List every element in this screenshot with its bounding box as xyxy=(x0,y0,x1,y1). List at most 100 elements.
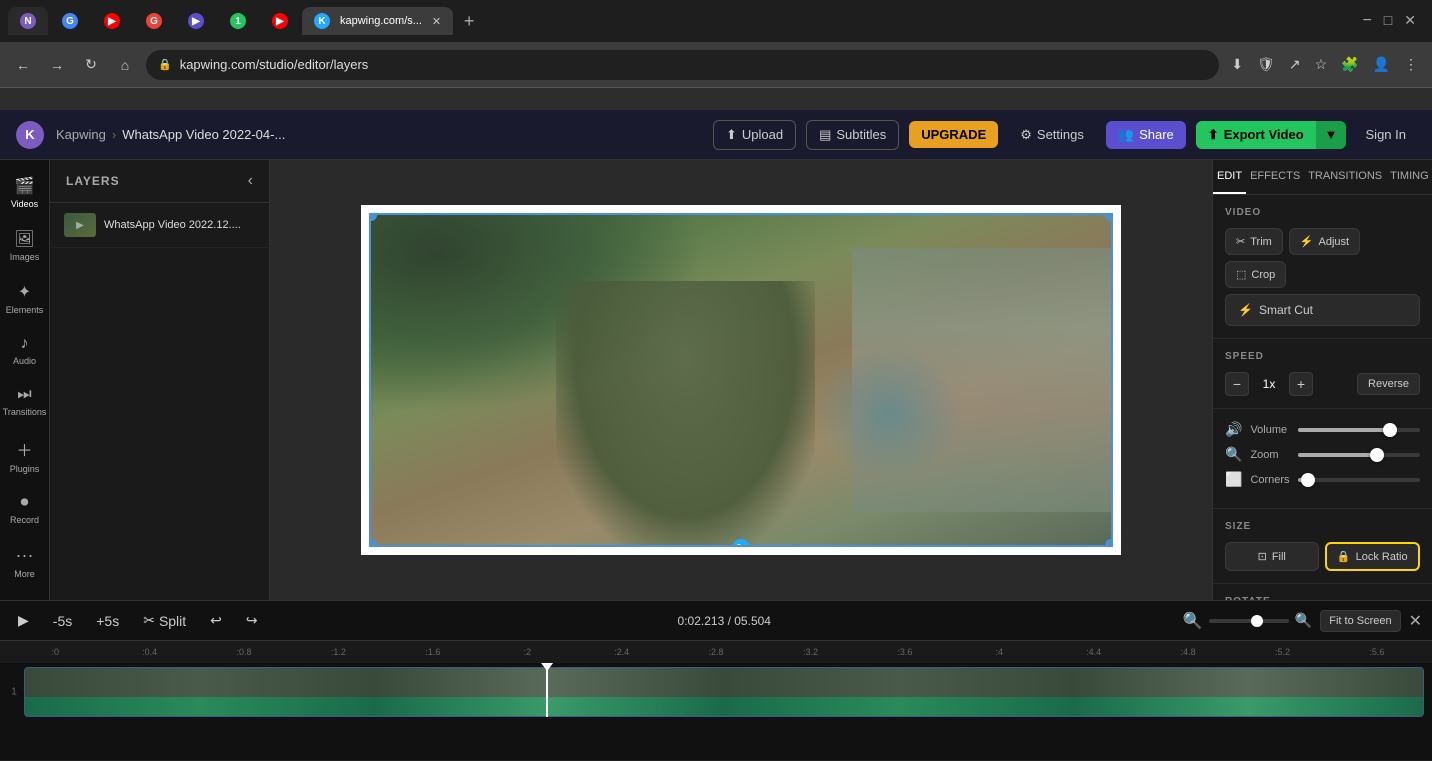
bookmark-button[interactable]: ☆ xyxy=(1311,52,1332,77)
layers-panel: LAYERS ‹ ▶ WhatsApp Video 2022.12.... xyxy=(50,160,270,600)
forward-button[interactable]: → xyxy=(44,52,70,78)
export-icon: ⬆ xyxy=(1208,127,1219,143)
sidebar-item-transitions[interactable]: ⏭ Transitions xyxy=(3,378,47,425)
browser-tab[interactable]: ▶ xyxy=(260,7,300,35)
signin-button[interactable]: Sign In xyxy=(1356,121,1416,148)
zoom-out-icon[interactable]: 🔍 xyxy=(1183,611,1203,631)
maximize-button[interactable]: □ xyxy=(1384,12,1392,30)
back-button[interactable]: ← xyxy=(10,52,36,78)
sidebar-item-help[interactable]: ? Help xyxy=(3,591,47,600)
ruler-mark: :4.4 xyxy=(1046,647,1140,657)
images-icon: 🖼 xyxy=(14,229,34,249)
refresh-button[interactable]: ↻ xyxy=(78,52,104,78)
extensions-button[interactable]: 🧩 xyxy=(1337,52,1362,77)
profile-button[interactable]: 👤 xyxy=(1369,52,1394,77)
tab-transitions[interactable]: TRANSITIONS xyxy=(1304,160,1386,194)
export-dropdown-button[interactable]: ▼ xyxy=(1316,121,1346,149)
browser-tab[interactable]: G xyxy=(134,7,174,35)
zoom-label: Zoom xyxy=(1250,449,1290,461)
sidebar-item-audio[interactable]: ♪ Audio xyxy=(3,327,47,374)
close-tab-icon[interactable]: ✕ xyxy=(432,15,441,28)
reverse-button[interactable]: Reverse xyxy=(1357,373,1420,395)
trim-button[interactable]: ✂ Trim xyxy=(1225,228,1283,255)
sidebar-item-more[interactable]: ··· More xyxy=(3,537,47,587)
video-section-title: VIDEO xyxy=(1225,207,1420,218)
subtitles-icon: ▤ xyxy=(819,127,831,143)
selection-handle-br[interactable] xyxy=(1105,539,1113,547)
settings-button[interactable]: ⚙ Settings xyxy=(1008,121,1096,149)
zoom-slider[interactable] xyxy=(1298,453,1420,457)
undo-button[interactable]: ↩ xyxy=(202,608,230,633)
speed-section: SPEED − 1x + Reverse xyxy=(1213,339,1432,409)
timeline-ruler: :0 :0.4 :0.8 :1.2 :1.6 :2 :2.4 :2.8 :3.2… xyxy=(0,641,1432,663)
ruler-mark: :1.2 xyxy=(291,647,385,657)
browser-tab[interactable]: G xyxy=(50,7,90,35)
browser-tab[interactable]: ▶ xyxy=(176,7,216,35)
tab-edit[interactable]: EDIT xyxy=(1213,160,1246,194)
share-button[interactable]: ↗ xyxy=(1285,52,1305,77)
table-row: 1 xyxy=(8,667,1424,717)
play-button[interactable]: ▶ xyxy=(10,608,37,633)
sidebar-item-plugins[interactable]: ＋ Plugins xyxy=(3,429,47,482)
speed-increase-button[interactable]: + xyxy=(1289,372,1313,396)
video-section: VIDEO ✂ Trim ⚡ Adjust ⬚ Crop xyxy=(1213,195,1432,339)
canvas-area[interactable]: ↻ ➤ ➤ xyxy=(270,160,1212,600)
sidebar-item-record[interactable]: ⏺ Record xyxy=(3,486,47,533)
trim-icon: ✂ xyxy=(1236,235,1245,248)
volume-slider[interactable] xyxy=(1298,428,1420,432)
corners-slider[interactable] xyxy=(1298,478,1420,482)
adjust-button[interactable]: ⚡ Adjust xyxy=(1289,228,1360,255)
subtitles-button[interactable]: ▤ Subtitles xyxy=(806,120,899,150)
list-item[interactable]: ▶ WhatsApp Video 2022.12.... xyxy=(50,203,269,248)
split-button[interactable]: ✂ Split xyxy=(135,608,194,633)
tab-effects[interactable]: EFFECTS xyxy=(1246,160,1304,194)
crop-button[interactable]: ⬚ Crop xyxy=(1225,261,1286,288)
browser-tab-active[interactable]: K kapwing.com/s... ✕ xyxy=(302,7,453,35)
track-content[interactable] xyxy=(24,667,1424,717)
fill-button[interactable]: ⊡ Fill xyxy=(1225,542,1319,571)
zoom-track[interactable] xyxy=(1209,619,1289,623)
minus5-button[interactable]: -5s xyxy=(45,609,80,633)
download-button[interactable]: ⬇ xyxy=(1227,52,1247,77)
minimize-button[interactable]: − xyxy=(1362,12,1371,30)
lock-ratio-button[interactable]: 🔒 Lock Ratio xyxy=(1325,542,1421,571)
logo: K xyxy=(16,121,44,149)
new-tab-button[interactable]: + xyxy=(455,7,483,35)
size-controls: ⊡ Fill 🔒 Lock Ratio xyxy=(1225,542,1420,571)
lock-ratio-icon: 🔒 xyxy=(1337,550,1351,563)
sidebar-item-images[interactable]: 🖼 Images xyxy=(3,221,47,270)
zoom-in-icon[interactable]: 🔍 xyxy=(1295,612,1312,629)
export-button[interactable]: ⬆ Export Video xyxy=(1196,121,1316,149)
layers-title: LAYERS xyxy=(66,174,120,188)
sidebar-item-elements[interactable]: ✦ Elements xyxy=(3,274,47,323)
smart-cut-button[interactable]: ⚡ Smart Cut xyxy=(1225,294,1420,326)
speed-decrease-button[interactable]: − xyxy=(1225,372,1249,396)
sidebar-item-videos[interactable]: 🎬 Videos xyxy=(3,168,47,217)
more-icon: ··· xyxy=(16,545,34,566)
upload-button[interactable]: ⬆ Upload xyxy=(713,120,796,150)
shield-icon[interactable]: 🛡 xyxy=(1253,52,1279,77)
home-button[interactable]: ⌂ xyxy=(112,52,138,78)
browser-tab[interactable]: 1 xyxy=(218,7,258,35)
share-icon: 👥 xyxy=(1118,127,1134,143)
volume-icon: 🔊 xyxy=(1225,421,1242,438)
address-bar[interactable]: 🔒 kapwing.com/studio/editor/layers xyxy=(146,50,1219,80)
tab-timing[interactable]: TIMING xyxy=(1386,160,1432,194)
crop-icon: ⬚ xyxy=(1236,268,1246,281)
layers-collapse-button[interactable]: ‹ xyxy=(248,172,253,190)
video-frame[interactable]: ↻ xyxy=(369,213,1113,547)
track-clip[interactable] xyxy=(24,667,1424,717)
close-window-button[interactable]: ✕ xyxy=(1404,12,1416,30)
menu-button[interactable]: ⋮ xyxy=(1400,52,1422,77)
smart-cut-icon: ⚡ xyxy=(1238,303,1253,317)
upgrade-button[interactable]: UPGRADE xyxy=(909,121,998,148)
share-button[interactable]: 👥 Share xyxy=(1106,121,1186,149)
close-timeline-button[interactable]: ✕ xyxy=(1409,611,1422,631)
fit-screen-button[interactable]: Fit to Screen xyxy=(1320,610,1400,632)
export-group: ⬆ Export Video ▼ xyxy=(1196,121,1346,149)
browser-tab[interactable]: ▶ xyxy=(92,7,132,35)
browser-tabs: N G ▶ G ▶ 1 ▶ K kapwing.com/s... ✕ + − □… xyxy=(0,0,1432,42)
redo-button[interactable]: ↪ xyxy=(238,608,266,633)
browser-tab[interactable]: N xyxy=(8,7,48,35)
plus5-button[interactable]: +5s xyxy=(88,609,127,633)
